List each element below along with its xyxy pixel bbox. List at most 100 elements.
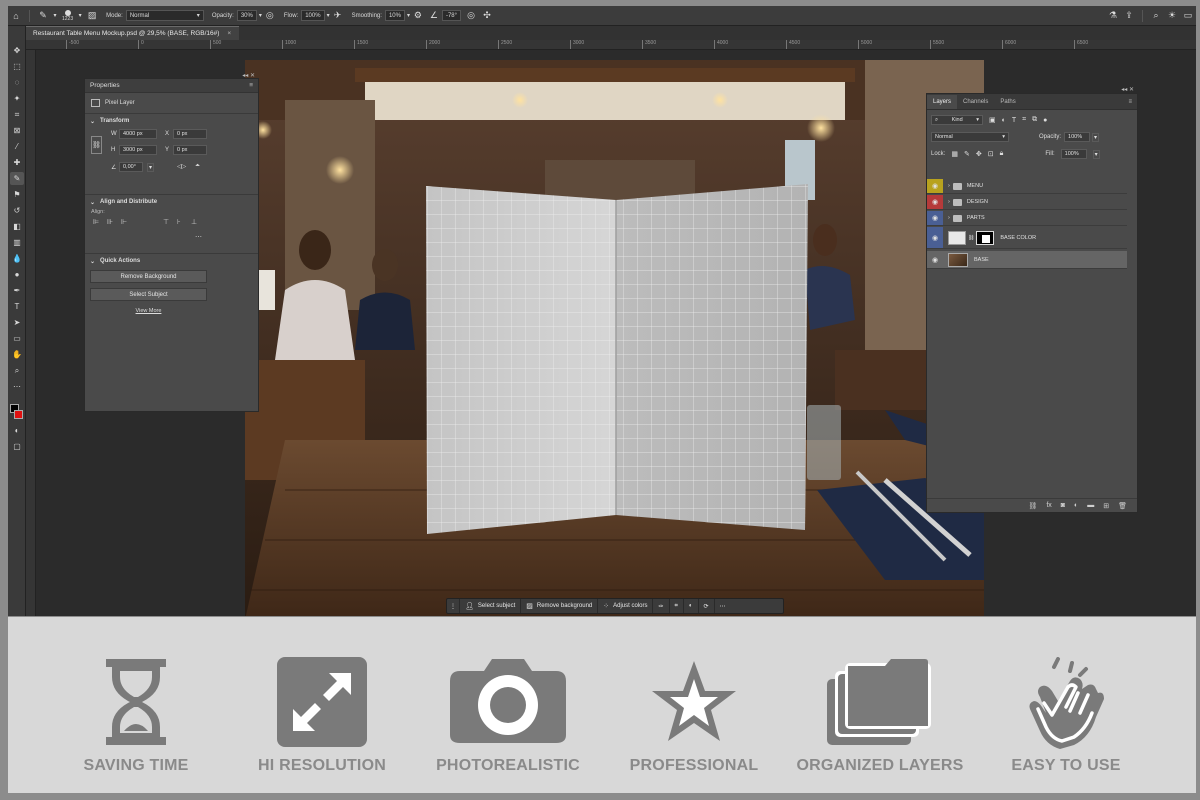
share-icon[interactable]: ⇪ xyxy=(1121,9,1137,23)
height-input[interactable]: 3000 px xyxy=(119,145,157,155)
visibility-eye-icon[interactable]: ◉ xyxy=(927,211,943,225)
lasso-tool-icon[interactable]: ◌ xyxy=(10,76,24,89)
layer-mask-thumbnail[interactable] xyxy=(976,230,995,245)
history-brush-tool-icon[interactable]: ↺ xyxy=(10,204,24,217)
marquee-tool-icon[interactable]: ⬚ xyxy=(10,60,24,73)
gradient-tool-icon[interactable]: ▥ xyxy=(10,236,24,249)
eyedropper-tool-icon[interactable]: ⁄ xyxy=(10,140,24,153)
new-adjustment-icon[interactable]: ◐ xyxy=(1074,502,1078,509)
link-layers-icon[interactable]: ⛓ xyxy=(1028,502,1037,510)
brush-settings-icon[interactable]: ▨ xyxy=(84,9,100,23)
layer-row-base-color[interactable]: ◉ ⛓ BASE COLOR xyxy=(927,227,1127,249)
search-icon[interactable]: ⌕ xyxy=(1148,9,1164,23)
brush-tool-icon[interactable]: ✎ xyxy=(35,9,51,23)
align-right-icon[interactable]: ⊩ xyxy=(121,218,127,226)
airbrush-icon[interactable]: ✈ xyxy=(330,9,346,23)
chevron-right-icon[interactable]: › xyxy=(948,199,950,205)
chevron-down-icon[interactable]: ▾ xyxy=(76,9,84,23)
visibility-eye-icon[interactable]: ◉ xyxy=(927,195,943,209)
layer-row-parts[interactable]: ◉ › PARTS xyxy=(927,211,1127,226)
flip-horizontal-icon[interactable]: ◁▷ xyxy=(177,163,186,170)
brush-preset-picker[interactable]: 1223 xyxy=(62,9,73,22)
remove-background-button[interactable]: ▨ Remove background xyxy=(521,599,599,613)
blur-tool-icon[interactable]: 💧 xyxy=(10,252,24,265)
align-left-icon[interactable]: ⊫ xyxy=(93,218,99,226)
rectangle-tool-icon[interactable]: ▭ xyxy=(10,332,24,345)
chevron-down-icon[interactable]: ▾ xyxy=(147,163,155,172)
y-input[interactable]: 0 px xyxy=(173,145,207,155)
healing-tool-icon[interactable]: ✚ xyxy=(10,156,24,169)
smoothing-input[interactable]: 10% xyxy=(384,10,405,21)
lightbulb-icon[interactable]: ☀ xyxy=(1164,9,1180,23)
symmetry-icon[interactable]: ✣ xyxy=(479,9,495,23)
filter-toggle-icon[interactable]: ● xyxy=(1043,117,1047,124)
filter-pixel-icon[interactable]: ▣ xyxy=(989,116,996,124)
chevron-down-icon[interactable]: ▾ xyxy=(1092,132,1100,142)
chevron-down-icon[interactable]: ▾ xyxy=(51,9,59,23)
mode-select[interactable]: Normal ▾ xyxy=(125,10,204,21)
screen-mode-icon[interactable]: ▢ xyxy=(10,440,24,453)
remove-background-button[interactable]: Remove Background xyxy=(90,270,207,283)
chevron-right-icon[interactable]: › xyxy=(948,183,950,189)
pressure-opacity-icon[interactable]: ◎ xyxy=(262,9,278,23)
layer-style-icon[interactable]: fx xyxy=(1046,502,1051,509)
menu-icon[interactable]: ≡ xyxy=(1128,99,1132,105)
collapse-panel-icon[interactable]: ◂◂ ✕ xyxy=(242,72,255,79)
lock-pixels-icon[interactable]: ✎ xyxy=(964,150,970,158)
menu-icon[interactable]: ≡ xyxy=(249,82,253,89)
align-middle-v-icon[interactable]: ⊦ xyxy=(177,218,181,226)
dodge-tool-icon[interactable]: ● xyxy=(10,268,24,281)
select-subject-button[interactable]: Select Subject xyxy=(90,288,207,301)
flip-vertical-icon[interactable]: ⏶ xyxy=(195,163,200,170)
workspace-icon[interactable]: ▭ xyxy=(1180,9,1196,23)
zoom-tool-icon[interactable]: ⌕ xyxy=(10,364,24,377)
new-group-icon[interactable]: ▬ xyxy=(1087,502,1094,509)
filter-smart-object-icon[interactable]: ⧉ xyxy=(1032,116,1037,124)
blend-mode-select[interactable]: Normal ▾ xyxy=(931,132,1009,142)
x-input[interactable]: 0 px xyxy=(173,129,207,139)
pen-icon[interactable]: ✑ xyxy=(653,599,670,613)
flask-icon[interactable]: ⚗ xyxy=(1105,9,1121,23)
new-layer-icon[interactable]: ⊞ xyxy=(1103,502,1109,510)
fill-input[interactable]: 100% xyxy=(1060,149,1087,159)
close-icon[interactable]: × xyxy=(227,30,231,37)
visibility-eye-icon[interactable]: ◉ xyxy=(927,179,943,193)
adjust-colors-button[interactable]: ⁘ Adjust colors xyxy=(598,599,654,613)
chevron-down-icon[interactable]: ▾ xyxy=(1092,149,1100,159)
flow-input[interactable]: 100% xyxy=(301,10,325,21)
angle-input[interactable]: -78° xyxy=(441,10,462,21)
visibility-eye-icon[interactable]: ◉ xyxy=(927,227,943,248)
tab-channels[interactable]: Channels xyxy=(957,95,994,109)
chevron-right-icon[interactable]: › xyxy=(948,215,950,221)
layer-opacity-input[interactable]: 100% xyxy=(1064,132,1091,142)
tab-layers[interactable]: Layers xyxy=(927,95,958,109)
crop-tool-icon[interactable]: ⌗ xyxy=(10,108,24,121)
opacity-input[interactable]: 30% xyxy=(236,10,257,21)
path-selection-tool-icon[interactable]: ➤ xyxy=(10,316,24,329)
delete-layer-icon[interactable]: 🗑︎ xyxy=(1118,502,1127,510)
filter-shape-icon[interactable]: ⌗ xyxy=(1022,116,1026,124)
more-options-icon[interactable]: ⋯ xyxy=(715,599,731,613)
layer-row-design[interactable]: ◉ › DESIGN xyxy=(927,195,1127,210)
tab-paths[interactable]: Paths xyxy=(994,95,1021,109)
home-icon[interactable]: ⌂ xyxy=(8,9,24,23)
brush-tool-icon[interactable]: ✎ xyxy=(10,172,24,185)
filter-type-icon[interactable]: T xyxy=(1012,117,1016,124)
align-bottom-icon[interactable]: ⊥ xyxy=(191,218,197,226)
link-icon[interactable]: ⛓ xyxy=(968,235,974,241)
lock-artboard-icon[interactable]: ⊡ xyxy=(988,150,994,158)
align-top-icon[interactable]: ⊤ xyxy=(163,218,169,226)
pressure-size-icon[interactable]: ◎ xyxy=(463,9,479,23)
filter-adjustment-icon[interactable]: ◐ xyxy=(1002,117,1006,124)
lock-all-icon[interactable]: 🔒︎ xyxy=(1000,150,1004,158)
collapse-panel-icon[interactable]: ◂◂ ✕ xyxy=(1121,86,1134,93)
link-icon[interactable]: ⛓ xyxy=(91,136,102,154)
gear-icon[interactable]: ⚙ xyxy=(410,9,426,23)
more-options-icon[interactable]: ⋯ xyxy=(195,233,202,241)
more-tools-icon[interactable]: ⋯ xyxy=(10,380,24,393)
layer-row-base[interactable]: ◉ BASE xyxy=(927,251,1127,269)
hand-tool-icon[interactable]: ✋ xyxy=(10,348,24,361)
align-center-h-icon[interactable]: ⊪ xyxy=(107,218,113,226)
angle-input[interactable]: 0,00° xyxy=(119,162,143,172)
eraser-tool-icon[interactable]: ◧ xyxy=(10,220,24,233)
